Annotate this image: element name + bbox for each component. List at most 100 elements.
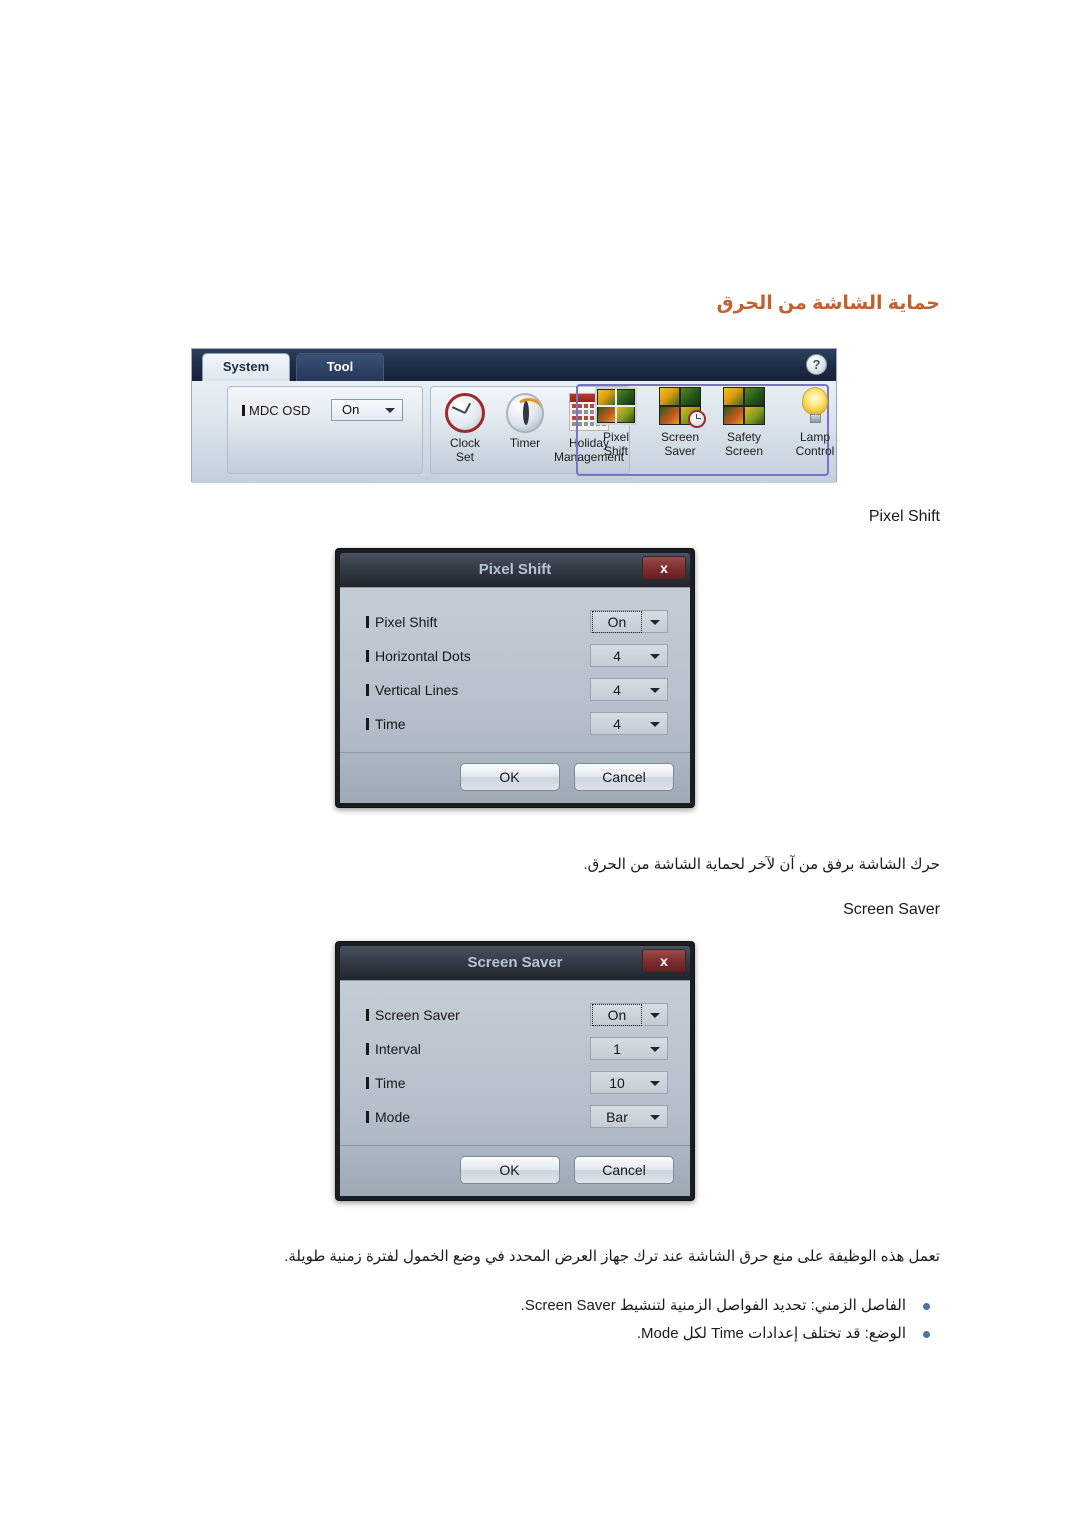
toolbar-item-pixel-shift[interactable]: Pixel Shift [584, 385, 648, 475]
select-value: 10 [609, 1075, 625, 1091]
form-row-time: Time 4 [362, 712, 668, 746]
form-row-screen-saver: Screen Saver On [362, 1003, 668, 1037]
form-row-interval: Interval 1 [362, 1037, 668, 1071]
form-row-vertical-lines: Vertical Lines 4 [362, 678, 668, 712]
lamp-control-icon [793, 387, 837, 429]
select-value: 4 [613, 648, 621, 664]
pixel-shift-select[interactable]: On [590, 610, 668, 633]
bullet-icon [923, 1303, 930, 1310]
toolbar-item-label-line1: Screen [660, 430, 700, 444]
mdc-osd-select[interactable]: On [331, 399, 403, 421]
mdc-osd-label: MDC OSD [242, 403, 310, 418]
dialog-body: Screen Saver On Interval 1 Time 10 Mode … [340, 980, 690, 1145]
horizontal-dots-select[interactable]: 4 [590, 644, 668, 667]
pixel-shift-note: حرك الشاشة برفق من آن لآخر لحماية الشاشة… [583, 856, 940, 873]
dialog-footer: OK Cancel [340, 1145, 690, 1196]
toolbar-item-label-line1: Safety [726, 430, 762, 444]
mdc-osd-value: On [342, 402, 360, 417]
interval-select[interactable]: 1 [590, 1037, 668, 1060]
cancel-button[interactable]: Cancel [574, 763, 674, 791]
screen-saver-dialog: Screen Saver x Screen Saver On Interval … [335, 941, 695, 1201]
bullet-icon [923, 1331, 930, 1338]
form-row-time: Time 10 [362, 1071, 668, 1105]
screen-saver-caption: Screen Saver [843, 901, 940, 918]
screen-saver-select[interactable]: On [590, 1003, 668, 1026]
time-select[interactable]: 4 [590, 712, 668, 735]
label-tick-icon [366, 684, 369, 696]
select-value: 1 [613, 1041, 621, 1057]
mode-select[interactable]: Bar [590, 1105, 668, 1128]
toolbar-item-safety-screen[interactable]: Safety Screen [712, 385, 776, 475]
cancel-button[interactable]: Cancel [574, 1156, 674, 1184]
select-value: On [592, 611, 642, 633]
chevron-down-icon [650, 722, 660, 727]
row-label: Time [366, 1075, 406, 1091]
toolbar-item-lamp-control[interactable]: Lamp Control [778, 385, 852, 475]
select-value: On [592, 1004, 642, 1026]
toolbar-header: System Tool ? [192, 349, 836, 381]
pixel-shift-dialog: Pixel Shift x Pixel Shift On Horizontal … [335, 548, 695, 808]
list-item-label: الوضع: قد تختلف إعدادات Time لكل Mode. [636, 1325, 906, 1342]
close-icon[interactable]: x [642, 949, 686, 973]
toolbar-group-osd: MDC OSD On [227, 386, 423, 474]
timer-icon [503, 393, 547, 435]
toolbar-item-clock-set[interactable]: Clock Set [433, 391, 497, 481]
form-row-horizontal-dots: Horizontal Dots 4 [362, 644, 668, 678]
row-label: Horizontal Dots [366, 648, 471, 664]
label-tick-icon [366, 1077, 369, 1089]
label-tick-icon [366, 616, 369, 628]
pixel-shift-icon [594, 387, 638, 429]
row-label: Interval [366, 1041, 421, 1057]
screen-saver-icon [658, 387, 706, 429]
dialog-title-bar: Screen Saver x [340, 946, 690, 980]
close-icon[interactable]: x [642, 556, 686, 580]
select-value: 4 [613, 682, 621, 698]
select-value: Bar [606, 1109, 628, 1125]
toolbar-item-label-line2: Set [455, 450, 474, 464]
list-item: الفاصل الزمني: تحديد الفواصل الزمنية لتن… [0, 1292, 940, 1320]
dialog-title: Pixel Shift [478, 561, 552, 578]
ok-button[interactable]: OK [459, 763, 560, 791]
dialog-title: Screen Saver [467, 954, 563, 971]
toolbar-item-label-line1: Clock [449, 436, 480, 450]
toolbar-item-screen-saver[interactable]: Screen Saver [648, 385, 712, 475]
help-icon[interactable]: ? [806, 354, 827, 375]
tab-system[interactable]: System [202, 353, 290, 381]
safety-screen-icon [722, 387, 766, 429]
toolbar-item-label-line2: Shift [603, 444, 628, 458]
dialog-body: Pixel Shift On Horizontal Dots 4 Vertica… [340, 587, 690, 752]
label-tick-icon [242, 405, 245, 416]
screen-saver-bullet-list: الفاصل الزمني: تحديد الفواصل الزمنية لتن… [0, 1292, 940, 1348]
toolbar-item-timer[interactable]: Timer [493, 391, 557, 481]
row-label: Time [366, 716, 406, 732]
vertical-lines-select[interactable]: 4 [590, 678, 668, 701]
chevron-down-icon [650, 1047, 660, 1052]
time-select[interactable]: 10 [590, 1071, 668, 1094]
chevron-down-icon [650, 620, 660, 625]
tab-tool[interactable]: Tool [296, 353, 384, 381]
chevron-down-icon [385, 408, 395, 413]
select-value: 4 [613, 716, 621, 732]
mdc-toolbar: System Tool ? MDC OSD On Clock Set Timer… [191, 348, 837, 483]
row-label: Screen Saver [366, 1007, 460, 1023]
label-tick-icon [366, 650, 369, 662]
mdc-osd-label-text: MDC OSD [249, 403, 311, 418]
label-tick-icon [366, 1043, 369, 1055]
pixel-shift-caption: Pixel Shift [868, 508, 940, 525]
label-tick-icon [366, 1111, 369, 1123]
row-label: Vertical Lines [366, 682, 458, 698]
page-title: حماية الشاشة من الحرق [716, 293, 940, 314]
toolbar-body: MDC OSD On Clock Set Timer Holiday Manag… [192, 381, 836, 483]
toolbar-item-label-line1: Timer [509, 436, 541, 450]
dialog-footer: OK Cancel [340, 752, 690, 803]
row-label: Mode [366, 1109, 410, 1125]
ok-button[interactable]: OK [459, 1156, 560, 1184]
chevron-down-icon [650, 1013, 660, 1018]
toolbar-item-label-line1: Lamp [799, 430, 831, 444]
list-item-label: الفاصل الزمني: تحديد الفواصل الزمنية لتن… [520, 1297, 906, 1314]
toolbar-item-label-line2: Saver [664, 444, 696, 458]
form-row-mode: Mode Bar [362, 1105, 668, 1139]
toolbar-item-label-line1: Pixel [602, 430, 629, 444]
form-row-pixel-shift: Pixel Shift On [362, 610, 668, 644]
label-tick-icon [366, 718, 369, 730]
